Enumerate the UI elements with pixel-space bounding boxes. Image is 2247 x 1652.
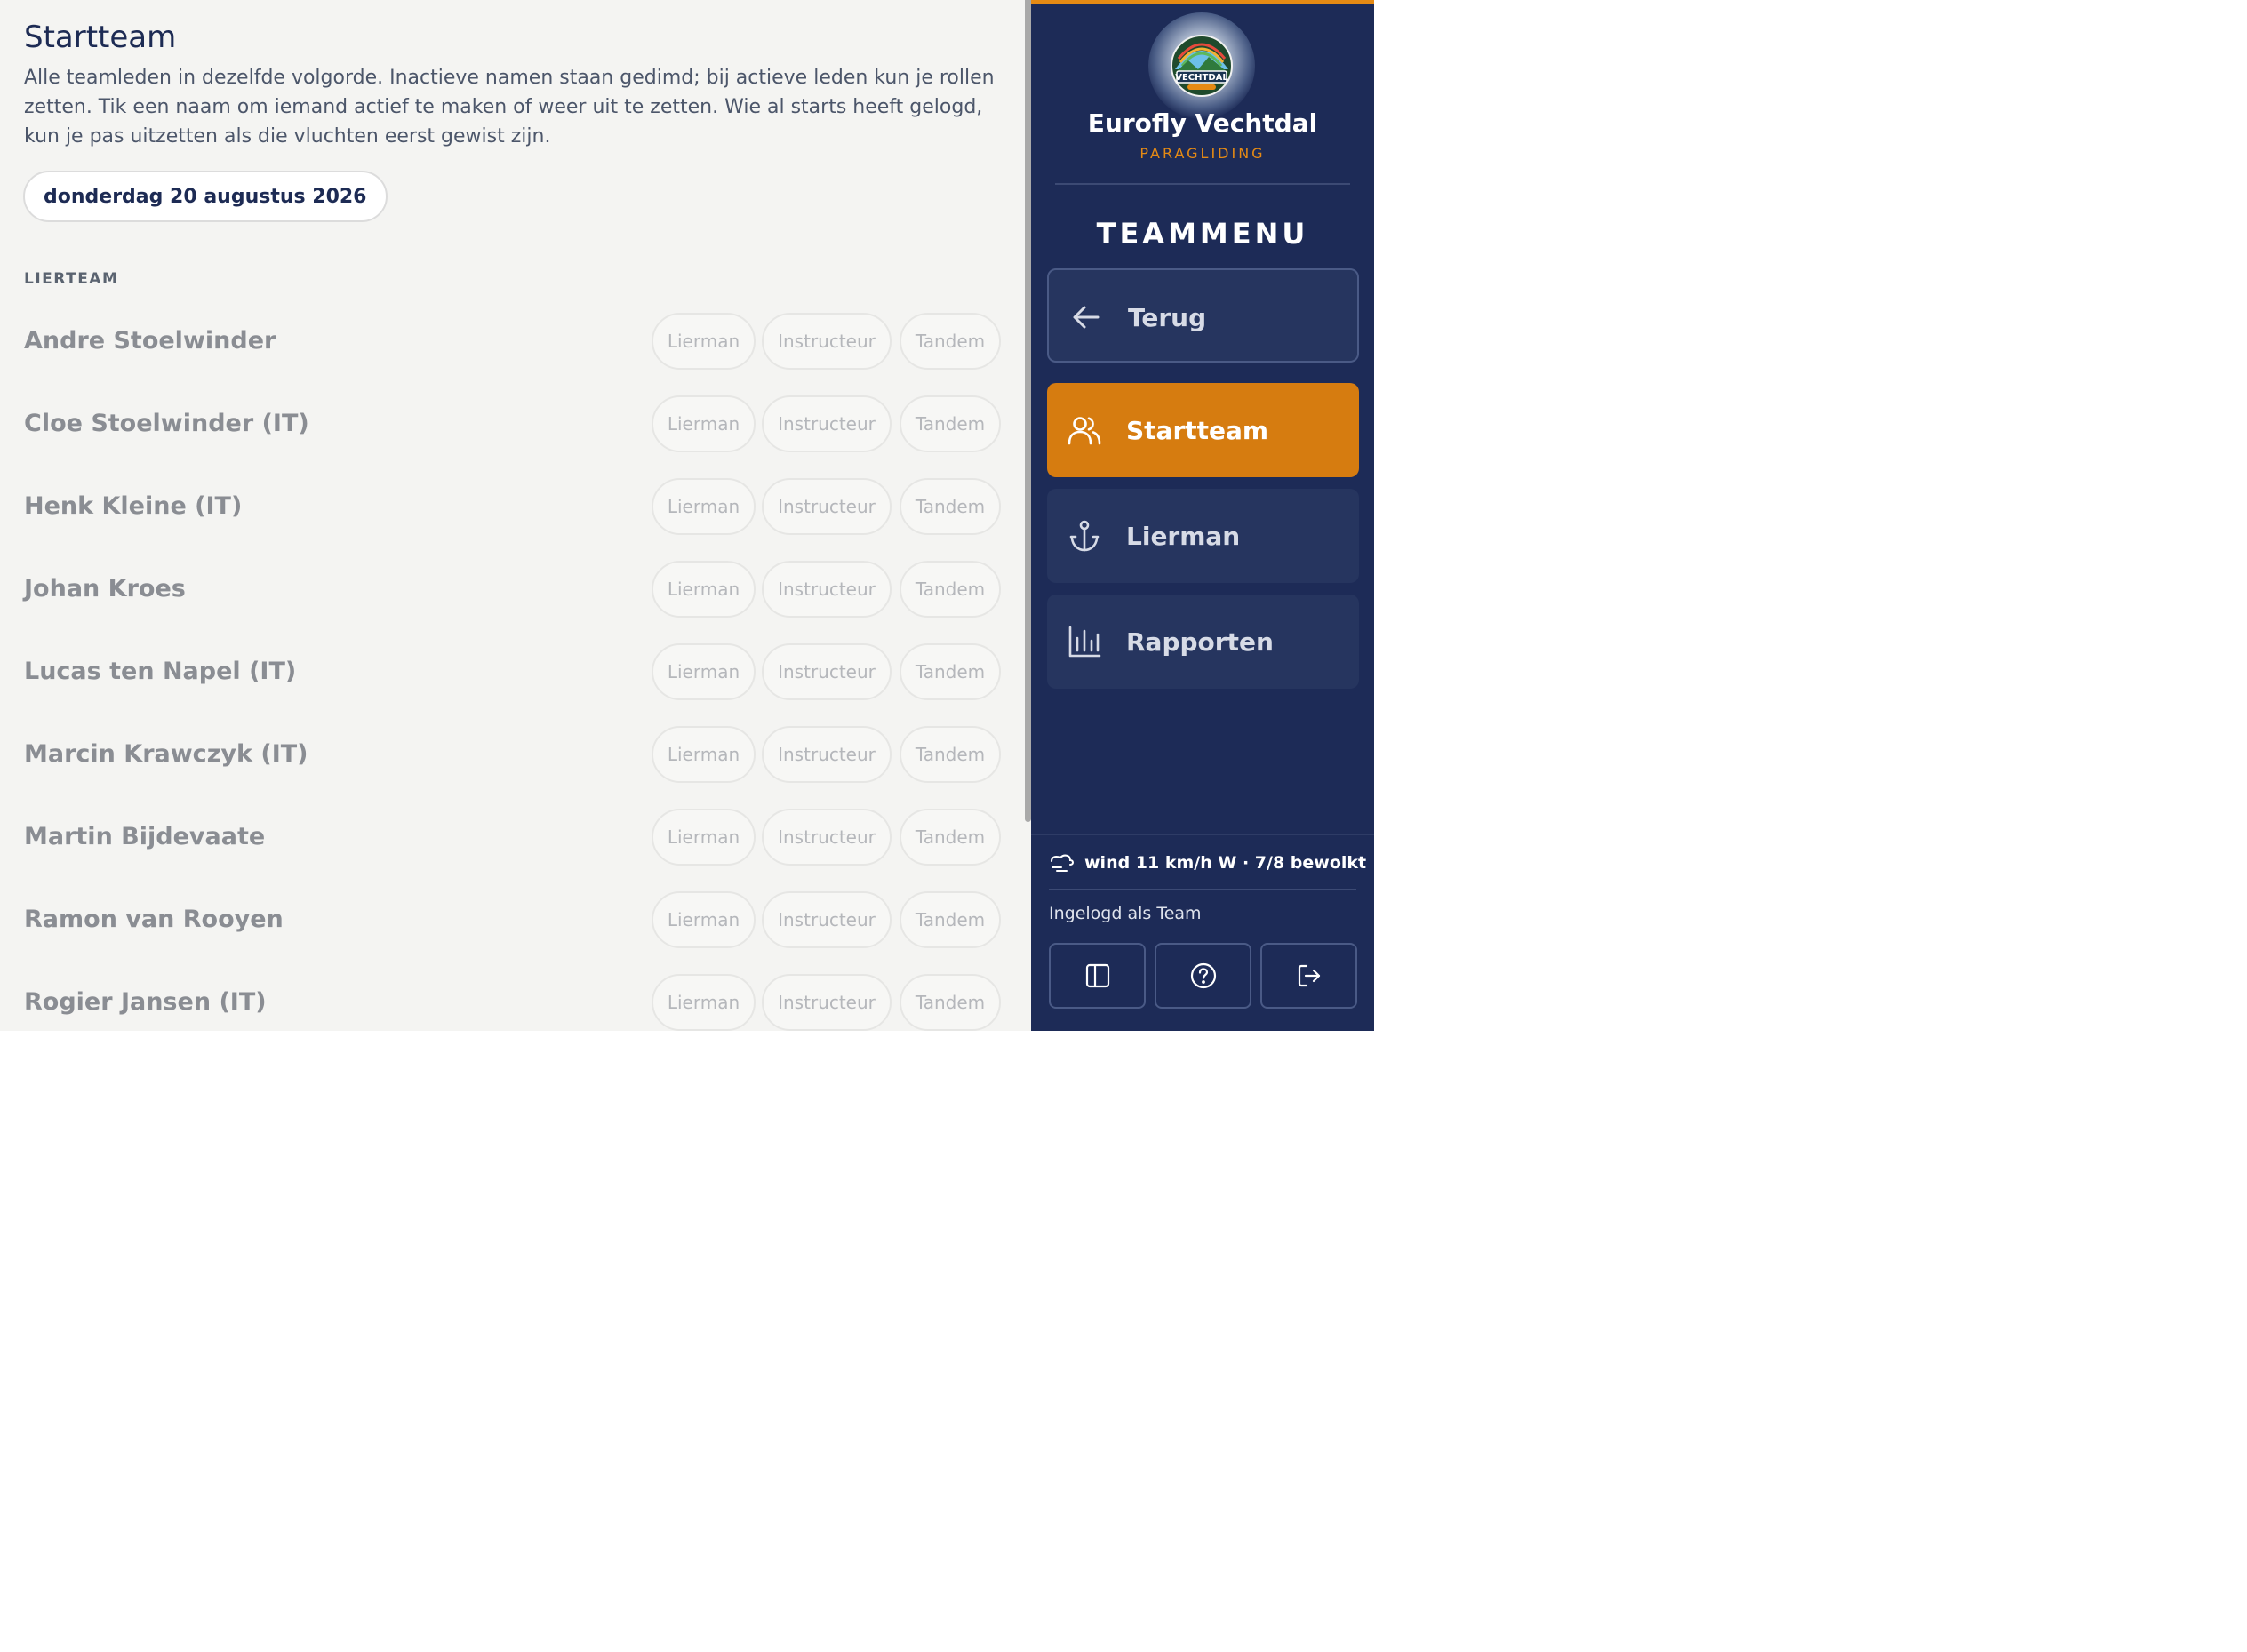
role-instructeur-pill[interactable]: Instructeur: [762, 643, 892, 700]
role-tandem-pill[interactable]: Tandem: [900, 313, 1001, 370]
nav-lierman-button[interactable]: Lierman: [1047, 489, 1359, 583]
role-instructeur-pill[interactable]: Instructeur: [762, 561, 892, 618]
wind-icon: [1051, 854, 1074, 872]
nav-lierman-label: Lierman: [1126, 521, 1241, 551]
role-instructeur-pill[interactable]: Instructeur: [762, 726, 892, 783]
member-row: Andre Stoelwinder Lierman Instructeur Tande…: [0, 299, 1013, 382]
help-icon: [1190, 962, 1216, 989]
brand-name: Eurofly Vechtdal: [1087, 108, 1318, 138]
section-label-lierteam: LIERTEAM: [24, 270, 119, 288]
role-lierman-pill[interactable]: Lierman: [652, 726, 756, 783]
role-instructeur-pill[interactable]: Instructeur: [762, 478, 892, 535]
role-tandem-pill[interactable]: Tandem: [900, 974, 1001, 1031]
arrow-left-icon: [1073, 306, 1100, 329]
page-title: Startteam: [24, 20, 177, 55]
role-tandem-pill[interactable]: Tandem: [900, 643, 1001, 700]
role-lierman-pill[interactable]: Lierman: [652, 809, 756, 866]
role-lierman-pill[interactable]: Lierman: [652, 891, 756, 948]
member-name[interactable]: Marcin Krawczyk (IT): [24, 713, 308, 795]
role-tandem-pill[interactable]: Tandem: [900, 809, 1001, 866]
sidebar-toggle-button[interactable]: [1049, 943, 1146, 1009]
role-lierman-pill[interactable]: Lierman: [652, 643, 756, 700]
nav-startteam-label: Startteam: [1126, 415, 1269, 445]
member-row: Cloe Stoelwinder (IT) Lierman Instructeur T…: [0, 382, 1013, 465]
sidebar: VECHTDAL Eurofly Vechtdal PARAGLIDING TE…: [1031, 0, 1374, 1031]
role-tandem-pill[interactable]: Tandem: [900, 395, 1001, 452]
role-lierman-pill[interactable]: Lierman: [652, 478, 756, 535]
page-intro: Alle teamleden in dezelfde volgorde. Ina…: [24, 67, 995, 148]
member-row: Ramon van Rooyen Lierman Instructeur Tandem: [0, 878, 1013, 961]
member-row: Lucas ten Napel (IT) Lierman Instructeur Ta…: [0, 630, 1013, 713]
member-name[interactable]: Rogier Jansen (IT): [24, 961, 267, 1031]
nav-startteam-button[interactable]: Startteam: [1047, 383, 1359, 477]
role-lierman-pill[interactable]: Lierman: [652, 974, 756, 1031]
weather-status: wind 11 km/h W · 7/8 bewolkt: [1049, 850, 1366, 876]
logout-button[interactable]: [1260, 943, 1357, 1009]
bar-chart-icon: [1068, 626, 1101, 658]
member-row: Rogier Jansen (IT) Lierman Instructeur Tand…: [0, 961, 1013, 1031]
sidebar-toggle-icon: [1085, 963, 1109, 988]
member-name[interactable]: Cloe Stoelwinder (IT): [24, 382, 309, 465]
sidebar-footer-divider-2: [1049, 889, 1356, 890]
help-button[interactable]: [1155, 943, 1251, 1009]
anchor-icon: [1069, 520, 1100, 552]
main-panel: Startteam Alle teamleden in dezelfde vol…: [0, 0, 1031, 1031]
member-name[interactable]: Andre Stoelwinder: [24, 299, 276, 382]
sidebar-footer-divider: [1031, 834, 1374, 835]
member-row: Martin Bijdevaate Lierman Instructeur Tande…: [0, 795, 1013, 878]
member-row: Henk Kleine (IT) Lierman Instructeur Tandem: [0, 465, 1013, 547]
sidebar-accent-bar: [1031, 0, 1374, 4]
role-lierman-pill[interactable]: Lierman: [652, 313, 756, 370]
users-icon: [1068, 417, 1101, 445]
sidebar-divider: [1055, 183, 1350, 185]
role-tandem-pill[interactable]: Tandem: [900, 891, 1001, 948]
date-selector[interactable]: donderdag 20 augustus 2026: [23, 171, 388, 222]
weather-text: wind 11 km/h W · 7/8 bewolkt: [1084, 853, 1367, 873]
logged-in-label: Ingelogd als Team: [1049, 904, 1202, 923]
scrollbar[interactable]: [1025, 0, 1031, 822]
member-row: Johan Kroes Lierman Instructeur Tandem: [0, 547, 1013, 630]
svg-text:VECHTDAL: VECHTDAL: [1175, 73, 1228, 83]
brand-logo: VECHTDAL: [1148, 12, 1255, 119]
member-name[interactable]: Johan Kroes: [24, 547, 186, 630]
role-instructeur-pill[interactable]: Instructeur: [762, 313, 892, 370]
role-tandem-pill[interactable]: Tandem: [900, 561, 1001, 618]
role-tandem-pill[interactable]: Tandem: [900, 478, 1001, 535]
member-name[interactable]: Lucas ten Napel (IT): [24, 630, 296, 713]
role-instructeur-pill[interactable]: Instructeur: [762, 395, 892, 452]
member-name[interactable]: Martin Bijdevaate: [24, 795, 265, 878]
member-name[interactable]: Henk Kleine (IT): [24, 465, 242, 547]
member-row: Marcin Krawczyk (IT) Lierman Instructeur Ta…: [0, 713, 1013, 795]
nav-terug-label: Terug: [1128, 302, 1207, 332]
role-tandem-pill[interactable]: Tandem: [900, 726, 1001, 783]
nav-terug-button[interactable]: Terug: [1047, 268, 1359, 363]
role-lierman-pill[interactable]: Lierman: [652, 395, 756, 452]
role-lierman-pill[interactable]: Lierman: [652, 561, 756, 618]
menu-title: TEAMMENU: [1096, 217, 1309, 251]
app-window: Startteam Alle teamleden in dezelfde vol…: [0, 0, 1374, 1031]
role-instructeur-pill[interactable]: Instructeur: [762, 974, 892, 1031]
nav-rapporten-button[interactable]: Rapporten: [1047, 595, 1359, 689]
nav-rapporten-label: Rapporten: [1126, 626, 1274, 657]
role-instructeur-pill[interactable]: Instructeur: [762, 809, 892, 866]
role-instructeur-pill[interactable]: Instructeur: [762, 891, 892, 948]
member-name[interactable]: Ramon van Rooyen: [24, 878, 284, 961]
logout-icon: [1298, 964, 1320, 987]
brand-subtitle: PARAGLIDING: [1139, 145, 1266, 162]
